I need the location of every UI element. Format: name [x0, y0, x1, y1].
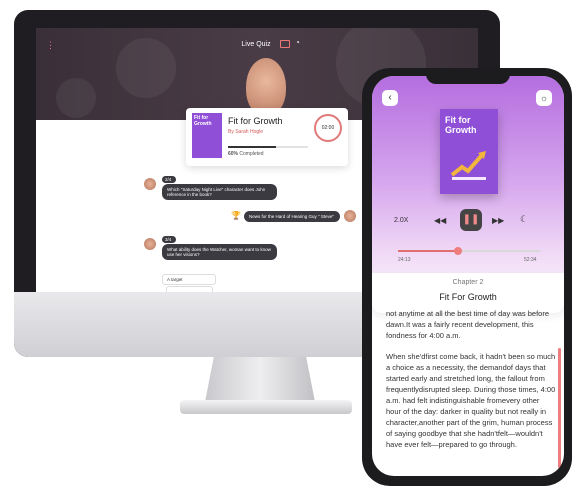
book-cover-title: Fit for Growth — [445, 115, 477, 135]
card-author: By Sarah Hogle — [228, 129, 264, 135]
chapter-title: Fit For Growth — [439, 292, 497, 302]
progress-fill — [228, 146, 276, 148]
user-avatar — [344, 210, 356, 222]
paragraph: not anytime at all the best time of day … — [386, 309, 550, 340]
rewind-icon[interactable]: ◀◀ — [434, 216, 446, 225]
question-bubble: What ability does the Watcher, woman wan… — [162, 244, 277, 260]
question-tag: 3/4 — [162, 236, 176, 243]
answer-bubble: News for the Hard of Hearing Guy " Steve… — [244, 211, 340, 222]
seek-handle[interactable] — [453, 247, 462, 255]
book-cover: Fit for Growth — [440, 109, 498, 194]
progress-label: 60% Completed — [228, 151, 264, 157]
bokeh — [116, 38, 176, 98]
bokeh — [56, 78, 96, 118]
menu-icon[interactable]: ⋮ — [46, 40, 55, 51]
pause-icon[interactable]: ❚❚ — [460, 209, 482, 231]
seek-fill — [398, 250, 458, 252]
chapter-number: Chapter 2 — [452, 279, 484, 286]
forward-icon[interactable]: ▶▶ — [492, 216, 504, 225]
paragraph: When she'dfirst come back, it hadn't bee… — [386, 352, 556, 449]
bell-icon[interactable]: ◔ — [295, 38, 300, 47]
book-progress-card[interactable]: Fit for Growth Fit for Growth By Sarah H… — [186, 108, 348, 166]
moon-icon[interactable]: ☾ — [520, 214, 528, 225]
seek-bar[interactable] — [398, 247, 540, 255]
user-avatar — [144, 178, 156, 190]
progress-track — [228, 146, 308, 148]
monitor-base — [180, 400, 352, 414]
total-time: 52:34 — [524, 257, 537, 263]
elapsed-time: 24:13 — [398, 257, 411, 263]
trophy-icon: 🏆 — [231, 211, 241, 220]
question-tag: 2/4 — [162, 176, 176, 183]
answer-option[interactable]: A target — [162, 274, 216, 285]
book-thumbnail: Fit for Growth — [192, 113, 222, 158]
user-avatar — [144, 238, 156, 250]
question-bubble: Which "Saturday Night Live" character do… — [162, 184, 277, 200]
monitor-stand — [205, 357, 315, 402]
speed-button[interactable]: 2.0X — [394, 217, 408, 224]
chapter-header: Chapter 2 Fit For Growth — [372, 273, 564, 313]
growth-chart-icon — [450, 151, 486, 180]
camera-icon[interactable] — [280, 40, 290, 48]
scrollbar[interactable] — [558, 348, 561, 468]
bulb-icon[interactable]: ☼ — [536, 90, 552, 106]
card-title: Fit for Growth — [228, 116, 283, 126]
phone-notch — [426, 70, 510, 84]
phone-screen: ‹ ☼ Fit for Growth 2.0X ◀◀ ❚❚ ▶▶ ☾ 24:13… — [372, 76, 564, 476]
back-icon[interactable]: ‹ — [382, 90, 398, 106]
quiz-timer: 02:00 — [314, 114, 342, 142]
